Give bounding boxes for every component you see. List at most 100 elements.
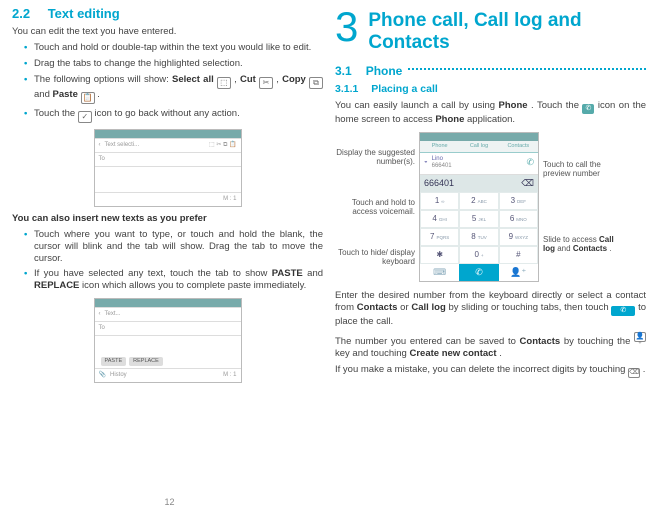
left-callouts: Display the suggested number(s). Touch a… [335,132,419,282]
subsection-title: Phone [366,64,403,79]
text: . [499,348,502,359]
text: and [307,268,323,279]
chapter-number: 3 [335,6,358,48]
right-column: 3 Phone call, Call log and Contacts 3.1 … [329,6,652,508]
call-preview-icon[interactable]: ✆ [526,157,534,168]
call-bar: ⌨ ✆ 👤⁺ [420,264,538,281]
phone-app-label: Phone [435,114,464,125]
key-9[interactable]: 9WXYZ [499,228,538,246]
status-bar [95,130,241,138]
key-6[interactable]: 6MNO [499,210,538,228]
replace-button[interactable]: REPLACE [129,357,163,366]
tab-call-log[interactable]: Call log [459,141,498,153]
text: by sliding or touching tabs, then touch [449,302,612,313]
bullet-item: Touch the ✓ icon to go back without any … [24,108,323,123]
subsubsection-number: 3.1.1 [335,83,358,95]
text: and [557,244,573,253]
key-7[interactable]: 7PQRS [420,228,459,246]
back-icon: ‹ [99,142,101,150]
avatar-icon: ◒ [424,159,428,167]
phone-icon: ✆ [582,104,594,114]
key-4[interactable]: 4GHI [420,210,459,228]
key-3[interactable]: 3DEF [499,192,538,210]
suggestion-number: 666401 [432,163,452,171]
callout: Display the suggested number(s). [335,146,415,168]
text: key and touching [335,348,409,359]
paste-icon: 📋 [81,92,95,104]
left-column: 2.2 Text editing You can edit the text y… [10,6,329,508]
call-button[interactable]: ✆ [459,264,498,281]
key-star[interactable]: ✱ [420,246,459,264]
key-0[interactable]: 0+ [459,246,498,264]
subsection-number: 3.1 [335,64,352,79]
bullet-item: Drag the tabs to change the highlighted … [24,58,323,70]
text: If you have selected any text, touch the… [34,268,272,279]
shot-body [95,335,241,355]
section-number: 2.2 [12,6,30,21]
key-8[interactable]: 8TUV [459,228,498,246]
copy-label: Copy [282,74,306,85]
callout: Touch to hide/ display keyboard [335,246,415,268]
right-callouts: Touch to call the preview number Slide t… [539,132,623,282]
bullet-list-1: Touch and hold or double-tap within the … [24,42,323,123]
key-1[interactable]: 1∞ [420,192,459,210]
text: application. [467,114,515,125]
paragraph: Enter the desired number from the keyboa… [335,290,646,328]
contacts-label: Contacts [357,302,398,313]
paste-label: Paste [53,89,78,100]
shot-row: ‹Text... [95,307,241,321]
status-bar [95,299,241,307]
shot-text: Text... [105,311,121,319]
replace-label: REPLACE [34,280,79,291]
add-contact-icon[interactable]: 👤⁺ [499,264,538,281]
section-3-1-heading: 3.1 Phone [335,64,646,79]
number-field[interactable]: 666401 ⌫ [420,175,538,192]
text: or [400,302,411,313]
status-bar [420,133,538,141]
shot-text: Text selecti... [105,142,140,150]
create-new-contact-label: Create new contact [409,348,496,359]
callout: Slide to access Call log and Contacts . [543,233,623,255]
text: icon to go back without any action. [94,108,239,119]
suggestion-name: Lino [432,156,452,164]
chapter-title: Phone call, Call log and Contacts [368,6,646,54]
leader-dots [408,68,646,70]
screenshot-1: ‹Text selecti...⬚ ✂ ⧉ 📋 To M : 1 [94,129,242,207]
callout: Touch and hold to access voicemail. [335,196,415,218]
back-icon: ✓ [78,111,92,123]
shot-footer: M : 1 [95,192,241,206]
call-button-icon: ✆ [611,306,635,316]
paragraph: You can easily launch a call by using Ph… [335,100,646,126]
tab-phone[interactable]: Phone [420,141,459,153]
bullet-item: Touch where you want to type, or touch a… [24,229,323,265]
hide-keyboard-icon[interactable]: ⌨ [420,264,459,281]
text: The following options will show: [34,74,172,85]
backspace-icon: ⌫ [628,368,640,378]
key-2[interactable]: 2ABC [459,192,498,210]
text: . [643,364,646,375]
contacts-label: Contacts [573,244,607,253]
paste-replace-popup: PASTE REPLACE [95,355,241,368]
paste-button[interactable]: PASTE [101,357,127,366]
key-hash[interactable]: # [499,246,538,264]
tab-contacts[interactable]: Contacts [499,141,538,153]
phone-label: Phone [499,100,528,111]
shot-text: Histoy [110,372,127,380]
suggestion-row[interactable]: ◒ Lino 666401 ✆ [420,153,538,175]
text: and [34,89,53,100]
bullet-item: Touch and hold or double-tap within the … [24,42,323,54]
section-2-2-heading: 2.2 Text editing [12,6,323,22]
call-log-label: Call log [411,302,445,313]
backspace-icon[interactable]: ⌫ [521,178,534,189]
key-5[interactable]: 5JKL [459,210,498,228]
screenshot-2: ‹Text... To PASTE REPLACE 📎HistoyM : 1 [94,298,242,383]
text: . Touch the [531,100,582,111]
dialer-tabs: Phone Call log Contacts [420,141,538,153]
page-number: 12 [164,497,174,508]
text: Slide to access [543,235,599,244]
section-3-1-1-heading: 3.1.1 Placing a call [335,83,646,96]
intro-text: You can edit the text you have entered. [12,26,323,38]
add-contact-icon: 👤⁺ [634,332,646,342]
text: by touching the [564,336,634,347]
dialer-figure: Display the suggested number(s). Touch a… [335,132,646,282]
